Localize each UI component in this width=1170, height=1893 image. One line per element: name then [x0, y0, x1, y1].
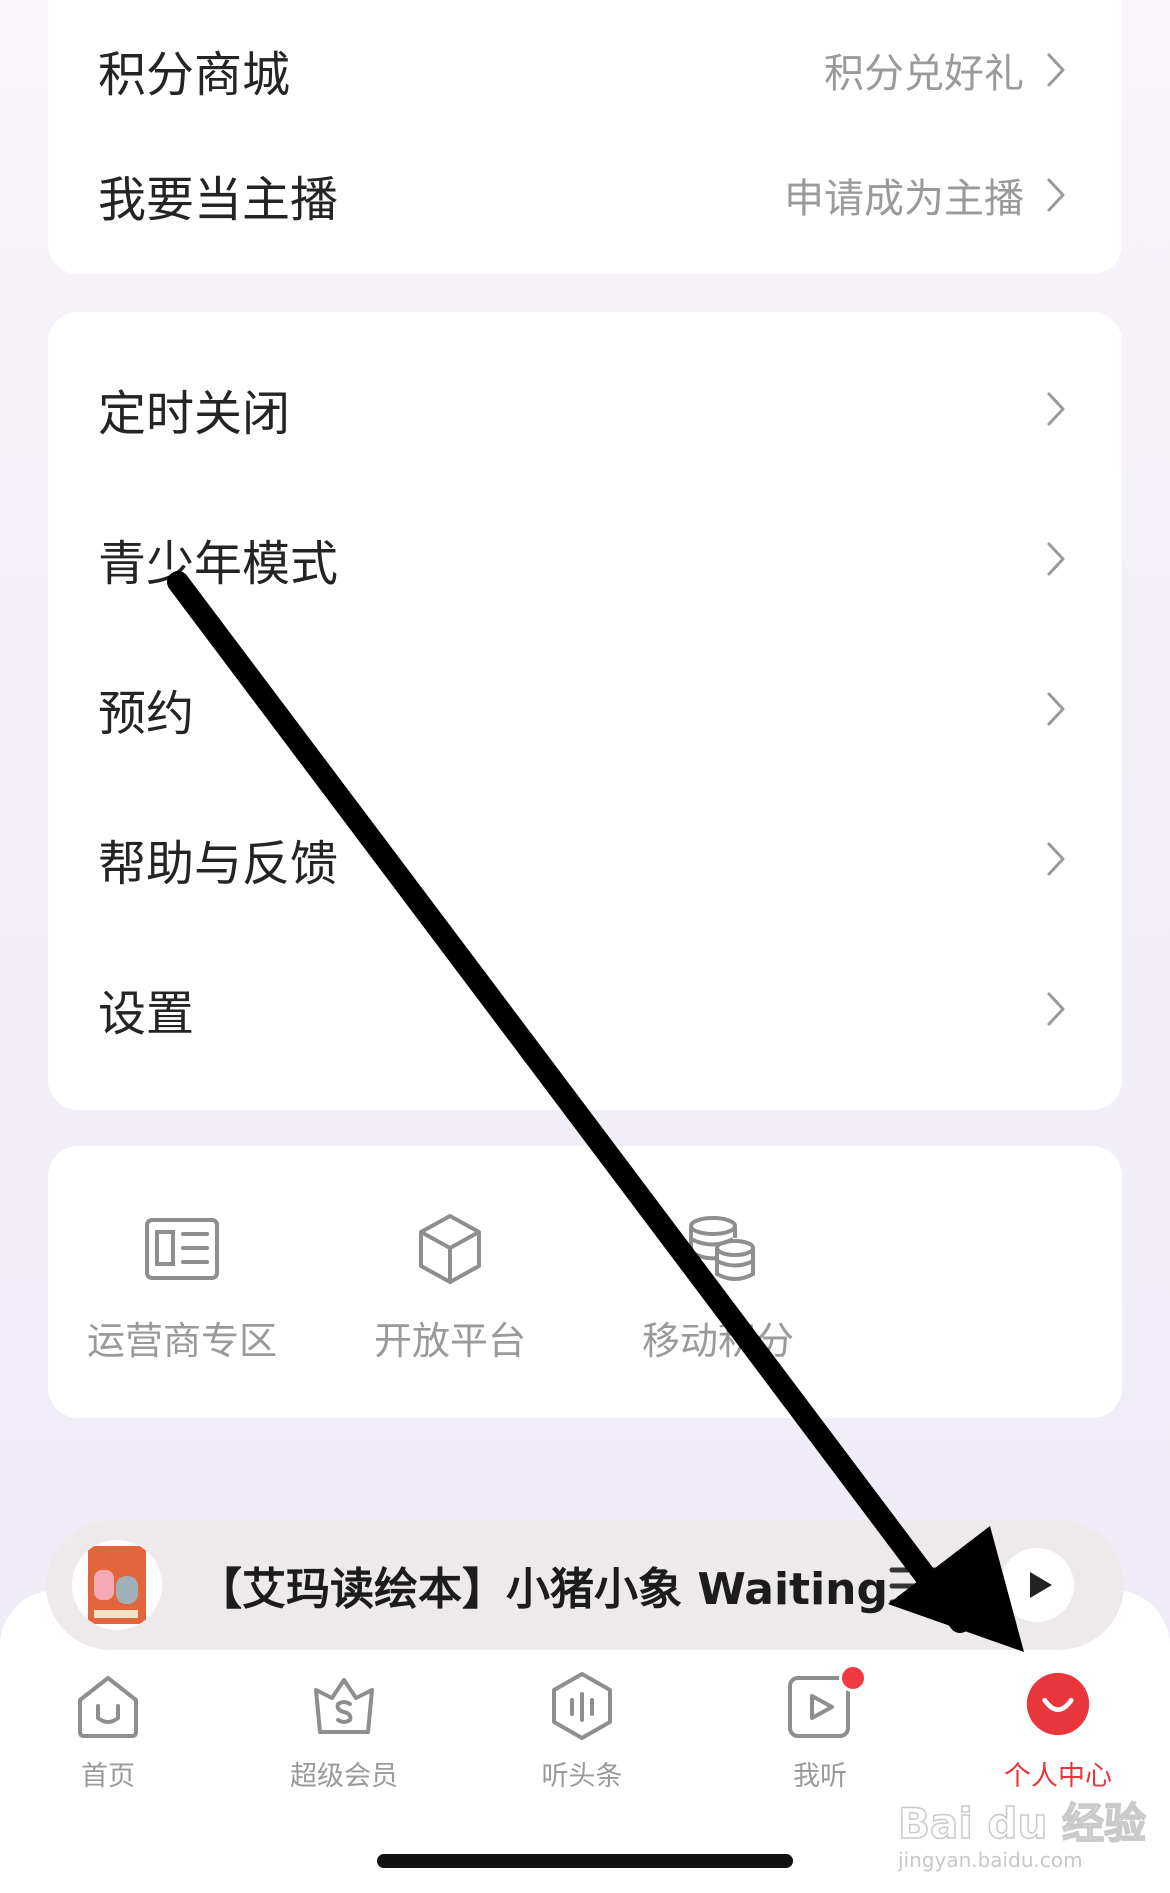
menu-row-hint: 申请成为主播 — [784, 176, 1024, 222]
tool-mobile-points[interactable]: 移动积分 — [608, 1208, 828, 1378]
menu-row-hint: 积分兑好礼 — [824, 51, 1024, 97]
chevron-right-icon — [1047, 53, 1065, 87]
nav-label: 首页 — [81, 1761, 135, 1792]
profile-smile-icon — [1026, 1672, 1090, 1736]
watermark-url: jingyan.baidu.com — [898, 1848, 1083, 1872]
menu-row-reservation[interactable]: 预约 — [48, 639, 1122, 779]
menu-row-label: 设置 — [98, 986, 195, 1042]
menu-row-help-feedback[interactable]: 帮助与反馈 — [48, 789, 1122, 929]
tool-label: 开放平台 — [373, 1319, 526, 1363]
menu-row-label: 预约 — [98, 686, 195, 742]
mini-player[interactable]: 【艾玛读绘本】小猪小象 Waiting — [46, 1520, 1124, 1650]
menu-row-label: 积分商城 — [98, 47, 291, 103]
chevron-right-icon — [1047, 178, 1065, 212]
tool-label: 移动积分 — [641, 1319, 794, 1363]
nav-home[interactable]: 首页 — [8, 1670, 208, 1800]
chevron-right-icon — [1047, 692, 1065, 726]
notification-badge — [839, 1664, 867, 1692]
tool-carrier-zone[interactable]: 运营商专区 — [72, 1208, 292, 1378]
chevron-right-icon — [1047, 842, 1065, 876]
nav-my-listening[interactable]: 我听 — [720, 1664, 920, 1800]
nav-label: 超级会员 — [290, 1761, 398, 1792]
menu-row-label: 我要当主播 — [98, 172, 339, 228]
home-indicator — [377, 1854, 793, 1868]
menu-row-sleep-timer[interactable]: 定时关闭 — [48, 339, 1122, 479]
home-icon — [78, 1676, 138, 1738]
cube-icon — [419, 1214, 481, 1284]
vip-crown-icon — [314, 1678, 374, 1734]
carrier-card-icon — [145, 1218, 219, 1280]
menu-row-label: 帮助与反馈 — [98, 836, 339, 892]
menu-row-points-mall[interactable]: 积分商城 积分兑好礼 — [48, 0, 1122, 140]
nav-profile[interactable]: 个人中心 — [958, 1670, 1158, 1800]
nav-label: 我听 — [793, 1761, 847, 1792]
menu-row-settings[interactable]: 设置 — [48, 939, 1122, 1079]
nav-headlines[interactable]: 听头条 — [482, 1670, 682, 1800]
watermark-brand: Bai du 经验 — [897, 1798, 1146, 1849]
menu-card-settings: 定时关闭 青少年模式 预约 帮助与反馈 设置 — [48, 312, 1122, 1110]
menu-row-become-anchor[interactable]: 我要当主播 申请成为主播 — [48, 125, 1122, 265]
menu-row-label: 青少年模式 — [98, 536, 339, 592]
menu-row-teen-mode[interactable]: 青少年模式 — [48, 489, 1122, 629]
tool-label: 运营商专区 — [86, 1319, 277, 1363]
headlines-icon — [552, 1672, 612, 1740]
tools-card: 运营商专区 开放平台 移动积分 — [48, 1146, 1122, 1418]
playlist-icon[interactable] — [888, 1562, 942, 1610]
coins-stack-icon — [689, 1216, 755, 1281]
now-playing-title: 【艾玛读绘本】小猪小象 Waiting — [198, 1564, 888, 1615]
album-cover-art — [88, 1546, 146, 1624]
chevron-right-icon — [1047, 992, 1065, 1026]
nav-label: 听头条 — [541, 1761, 623, 1792]
nav-super-vip[interactable]: 超级会员 — [244, 1670, 444, 1800]
watermark: Bai du 经验 jingyan.baidu.com — [897, 1790, 1146, 1880]
album-cover[interactable] — [72, 1540, 162, 1630]
chevron-right-icon — [1047, 392, 1065, 426]
play-icon — [1030, 1572, 1052, 1598]
menu-card-top: 积分商城 积分兑好礼 我要当主播 申请成为主播 — [48, 0, 1122, 274]
tool-open-platform[interactable]: 开放平台 — [340, 1208, 560, 1378]
chevron-right-icon — [1047, 542, 1065, 576]
nav-label: 个人中心 — [1004, 1761, 1112, 1792]
menu-row-label: 定时关闭 — [98, 386, 291, 442]
play-button[interactable] — [1000, 1548, 1074, 1622]
